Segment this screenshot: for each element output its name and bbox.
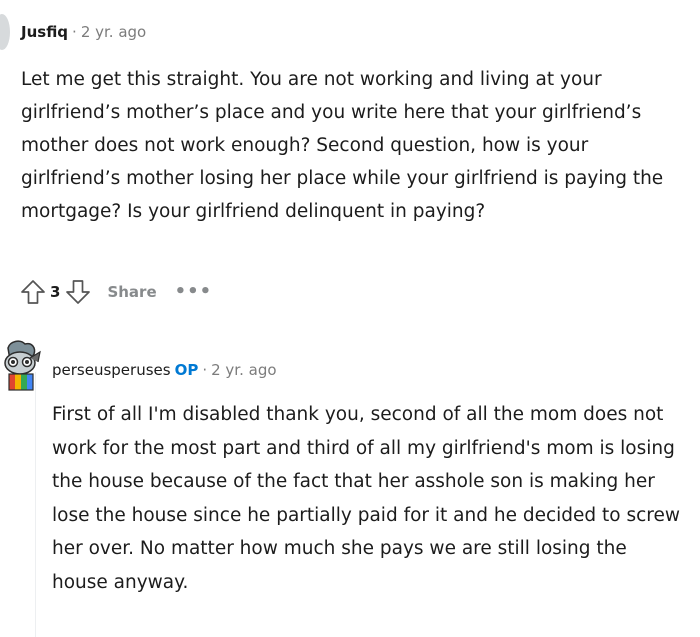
comment-timestamp[interactable]: 2 yr. ago	[81, 23, 146, 41]
upvote-button[interactable]	[18, 277, 48, 307]
comment-header: perseusperuses OP · 2 yr. ago	[52, 360, 277, 380]
thread-line[interactable]	[35, 372, 36, 637]
op-badge: OP	[174, 361, 199, 379]
downvote-button[interactable]	[63, 277, 93, 307]
comment-body: Let me get this straight. You are not wo…	[21, 69, 664, 222]
comment-author[interactable]: Jusfiq	[21, 23, 68, 41]
comment-body: First of all I'm disabled thank you, sec…	[52, 404, 680, 593]
comment-header: Jusfiq · 2 yr. ago	[21, 22, 146, 42]
arrow-up-icon	[21, 280, 45, 304]
avatar[interactable]	[0, 336, 44, 394]
vote-score: 3	[50, 283, 61, 301]
comment-author[interactable]: perseusperuses	[52, 361, 171, 379]
meta-separator: ·	[202, 361, 208, 379]
comment-timestamp[interactable]: 2 yr. ago	[211, 361, 276, 379]
meta-separator: ·	[72, 23, 77, 41]
comment-actions: 3 Share •••	[18, 277, 212, 307]
arrow-down-icon	[66, 280, 91, 304]
avatar[interactable]	[0, 14, 10, 50]
comment-thread: Jusfiq · 2 yr. ago Let me get this straigh…	[0, 0, 700, 637]
more-options-button[interactable]: •••	[175, 283, 213, 301]
share-button[interactable]: Share	[107, 283, 156, 301]
